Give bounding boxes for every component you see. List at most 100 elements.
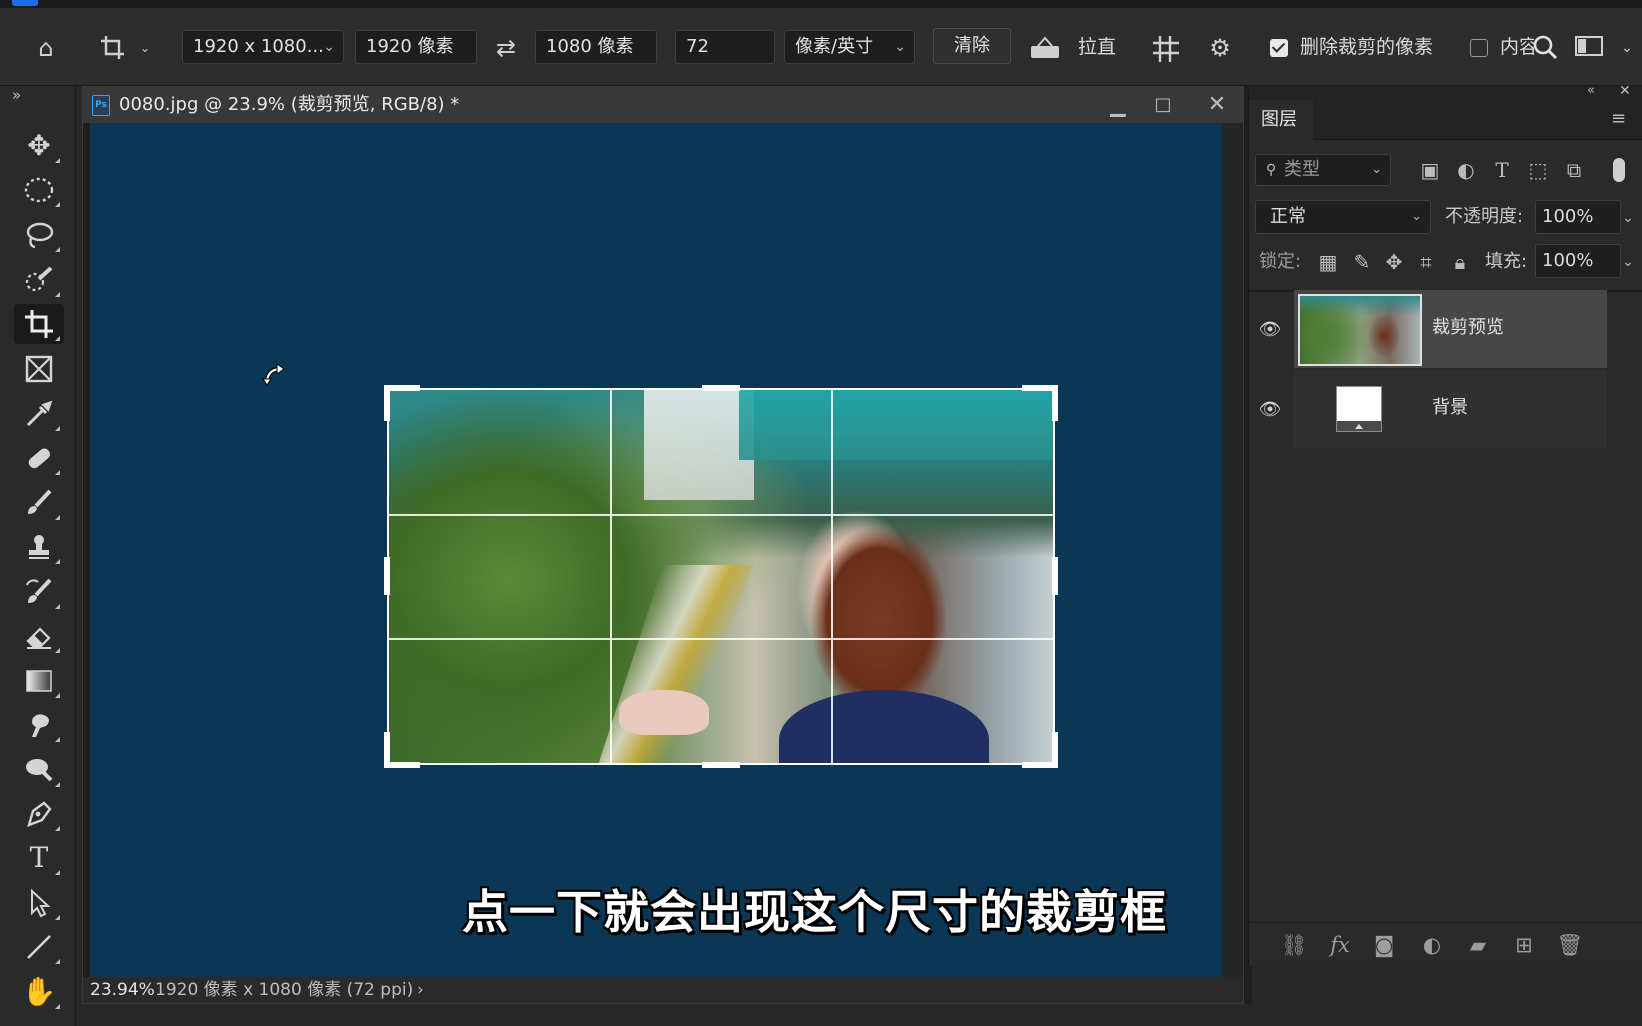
lasso-tool-icon[interactable] <box>14 215 64 255</box>
crop-icon <box>101 36 124 59</box>
panel-menu-icon[interactable]: ≡ <box>1611 108 1626 129</box>
smudge-tool-icon[interactable] <box>14 705 64 745</box>
straighten-label[interactable]: 拉直 <box>1078 30 1116 64</box>
visibility-eye-icon[interactable]: 👁︎ <box>1257 400 1283 420</box>
canvas[interactable] <box>90 123 1222 977</box>
crop-frame[interactable] <box>387 388 1055 765</box>
layer-filter-select[interactable]: ⚲ 类型 ⌄ <box>1255 154 1391 186</box>
brush-tool-icon[interactable] <box>14 483 64 523</box>
crop-handle-top-right[interactable] <box>1052 385 1058 421</box>
filter-toggle[interactable] <box>1613 158 1625 182</box>
crop-preset-chevron-icon[interactable]: ⌄ <box>138 34 152 62</box>
maximize-icon[interactable]: □ <box>1143 87 1183 123</box>
lock-all-icon[interactable]: 🔒︎ <box>1447 248 1473 276</box>
document-window: Ps 0080.jpg @ 23.9% (裁剪预览, RGB/8) * ▁ □ … <box>82 86 1244 1004</box>
chevron-down-icon: ⌄ <box>1371 162 1382 177</box>
opacity-chevron-icon[interactable]: ⌄ <box>1615 204 1641 232</box>
filter-type-icon[interactable]: T <box>1489 156 1515 184</box>
link-layers-icon[interactable]: ⛓︎ <box>1279 931 1309 959</box>
eraser-tool-icon[interactable] <box>14 616 64 656</box>
close-icon[interactable]: ✕ <box>1197 87 1237 123</box>
gradient-icon <box>26 670 52 692</box>
crop-handle-right[interactable] <box>1052 557 1058 595</box>
new-group-folder-icon[interactable]: ▰ <box>1463 931 1493 959</box>
layer-row-crop-preview[interactable]: 裁剪预览 <box>1294 290 1607 368</box>
spot-healing-tool-icon[interactable] <box>14 438 64 478</box>
lock-transparency-icon[interactable]: ▦ <box>1315 248 1341 276</box>
adjustment-layer-icon[interactable]: ◐ <box>1417 931 1447 959</box>
crop-handle-bottom[interactable] <box>702 762 740 768</box>
width-input[interactable]: 1920 像素 <box>355 30 477 64</box>
dodge-tool-icon[interactable] <box>14 750 64 790</box>
layer-name[interactable]: 裁剪预览 <box>1432 316 1504 340</box>
layer-style-fx-icon[interactable]: fx <box>1325 931 1355 959</box>
quick-selection-tool-icon[interactable] <box>14 260 64 300</box>
height-input[interactable]: 1080 像素 <box>535 30 657 64</box>
lock-artboard-icon[interactable]: ⌗ <box>1413 248 1439 276</box>
pen-tool-icon[interactable] <box>14 794 64 834</box>
minimize-icon[interactable]: ▁ <box>1098 87 1138 123</box>
filter-shape-icon[interactable]: ⬚ <box>1525 156 1551 184</box>
clone-stamp-tool-icon[interactable] <box>14 527 64 567</box>
search-icon[interactable] <box>1530 34 1560 62</box>
status-more-icon[interactable]: › <box>417 977 424 1003</box>
eyedropper-tool-icon[interactable] <box>14 394 64 434</box>
home-icon[interactable]: ⌂ <box>28 34 64 62</box>
fill-chevron-icon[interactable]: ⌄ <box>1615 248 1641 276</box>
filter-pixel-icon[interactable]: ▣ <box>1417 156 1443 184</box>
filter-adjustment-icon[interactable]: ◐ <box>1453 156 1479 184</box>
zoom-level[interactable]: 23.94% <box>90 977 155 1003</box>
workspace-switcher-icon[interactable] <box>1572 34 1606 62</box>
swap-dimensions-icon[interactable]: ⇄ <box>488 34 524 62</box>
lock-pixels-brush-icon[interactable]: ✎ <box>1349 248 1375 276</box>
layer-name[interactable]: 背景 <box>1432 396 1468 420</box>
expand-toolbar-icon[interactable]: » <box>12 86 21 104</box>
settings-gear-icon[interactable]: ⚙ <box>1202 34 1238 62</box>
crop-handle-top-left[interactable] <box>384 385 390 421</box>
filter-smart-object-icon[interactable]: ⧉ <box>1561 156 1587 184</box>
history-brush-icon <box>26 578 52 603</box>
hand-tool-icon[interactable]: ✋ <box>14 972 64 1012</box>
resolution-unit-select[interactable]: 像素/英寸 ⌄ <box>784 30 915 64</box>
resolution-input[interactable]: 72 <box>675 30 775 64</box>
crop-handle-bottom-right[interactable] <box>1052 732 1058 768</box>
new-layer-icon[interactable]: ⊞ <box>1509 931 1539 959</box>
crop-preset-icon[interactable] <box>94 34 134 62</box>
delete-layer-trash-icon[interactable]: 🗑︎ <box>1555 931 1585 959</box>
blend-mode-select[interactable]: 正常 ⌄ <box>1255 200 1431 234</box>
delete-cropped-checkbox[interactable] <box>1270 39 1288 57</box>
frame-tool-icon[interactable] <box>14 349 64 389</box>
lasso-icon <box>26 222 54 249</box>
fill-value: 100% <box>1542 250 1594 271</box>
line-tool-icon[interactable] <box>14 927 64 967</box>
history-brush-tool-icon[interactable] <box>14 572 64 612</box>
tab-layers[interactable]: 图层 <box>1249 100 1313 140</box>
crop-handle-top[interactable] <box>702 385 740 391</box>
overlay-grid-icon[interactable] <box>1148 34 1184 62</box>
close-panel-icon[interactable]: ✕ <box>1619 83 1631 99</box>
more-options-chevron-icon[interactable]: ⌄ <box>1618 34 1636 62</box>
move-tool-icon[interactable]: ✥ <box>14 126 64 166</box>
document-tab[interactable]: Ps 0080.jpg @ 23.9% (裁剪预览, RGB/8) * ▁ □ … <box>83 87 1243 123</box>
crop-handle-bottom-left[interactable] <box>384 732 390 768</box>
layer-row-background[interactable]: 背景 <box>1294 370 1607 448</box>
straighten-icon[interactable] <box>1026 34 1064 62</box>
collapse-panel-icon[interactable]: « <box>1587 83 1595 98</box>
clear-button[interactable]: 清除 <box>933 28 1011 64</box>
content-aware-label: 内容 <box>1500 36 1534 58</box>
vertical-scrollbar[interactable] <box>1222 123 1242 977</box>
ratio-preset-select[interactable]: 1920 x 1080... ⌄ <box>182 30 344 64</box>
opacity-input[interactable]: 100% <box>1535 200 1621 234</box>
fill-input[interactable]: 100% <box>1535 244 1621 278</box>
visibility-eye-icon[interactable]: 👁︎ <box>1257 320 1283 340</box>
gradient-tool-icon[interactable] <box>14 661 64 701</box>
type-tool-icon[interactable]: T <box>14 838 64 878</box>
lock-position-icon[interactable]: ✥ <box>1381 248 1407 276</box>
elliptical-marquee-tool-icon[interactable] <box>14 170 64 210</box>
content-aware-checkbox[interactable] <box>1470 39 1488 57</box>
crop-handle-left[interactable] <box>384 557 390 595</box>
search-icon: ⚲ <box>1266 162 1277 178</box>
crop-tool-icon[interactable] <box>14 304 64 344</box>
path-selection-tool-icon[interactable] <box>14 883 64 923</box>
add-mask-icon[interactable]: ◙ <box>1369 931 1399 959</box>
